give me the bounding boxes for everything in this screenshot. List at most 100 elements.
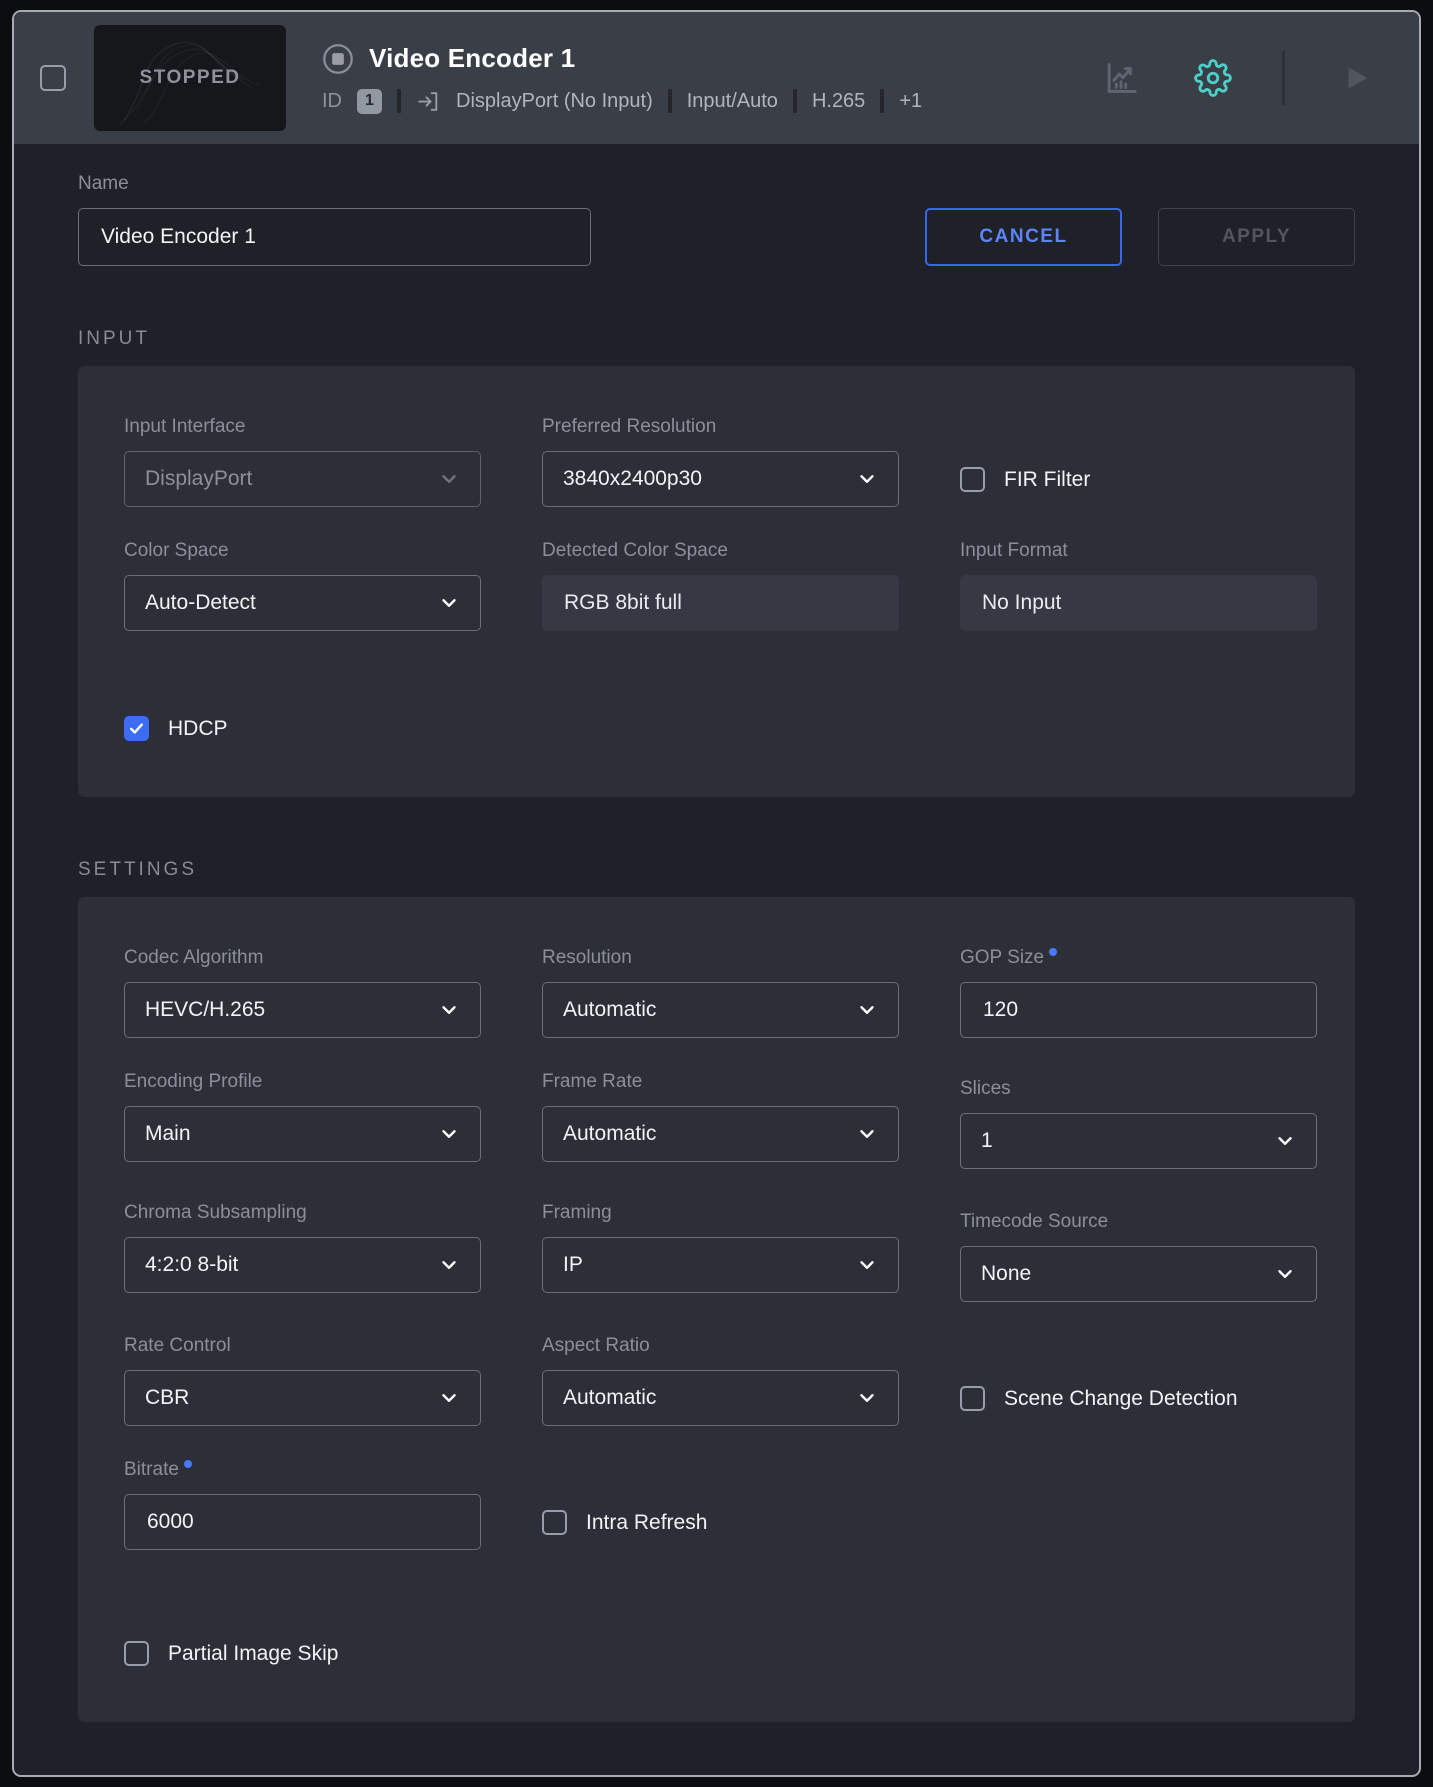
resolution-select[interactable]: Automatic [542, 982, 899, 1038]
meta-divider [880, 89, 884, 113]
stats-chart-icon [1102, 59, 1140, 97]
gear-icon [1194, 59, 1232, 97]
field-resolution: Resolution Automatic [542, 947, 899, 1038]
chevron-down-icon [438, 1123, 460, 1145]
field-chroma-subsampling: Chroma Subsampling 4:2:0 8-bit [124, 1202, 481, 1302]
partial-image-skip-label: Partial Image Skip [168, 1642, 338, 1666]
scene-change-detection-label: Scene Change Detection [1004, 1387, 1238, 1411]
field-framing: Framing IP [542, 1202, 899, 1302]
chevron-down-icon [856, 1387, 878, 1409]
chevron-down-icon [1274, 1130, 1296, 1152]
hdcp-label: HDCP [168, 717, 228, 741]
chroma-subsampling-label: Chroma Subsampling [124, 1202, 307, 1224]
intra-refresh-checkbox[interactable]: Intra Refresh [542, 1510, 899, 1535]
hdcp-checkbox[interactable]: HDCP [124, 716, 481, 741]
chevron-down-icon [856, 999, 878, 1021]
cancel-button[interactable]: CANCEL [925, 208, 1122, 266]
intra-refresh-label: Intra Refresh [586, 1511, 707, 1535]
field-gop-size: GOP Size [960, 947, 1317, 1038]
settings-card: Codec Algorithm HEVC/H.265 Resolution Au… [78, 897, 1355, 1722]
preview-thumbnail[interactable]: STOPPED [94, 25, 286, 131]
id-label: ID [322, 90, 342, 113]
checkbox-box[interactable] [960, 467, 985, 492]
input-interface-label: Input Interface [124, 416, 245, 438]
checkbox-box[interactable] [542, 1510, 567, 1535]
settings-button[interactable] [1140, 59, 1232, 97]
chevron-down-icon [856, 1123, 878, 1145]
encoding-profile-label: Encoding Profile [124, 1071, 262, 1093]
checkbox-box[interactable] [124, 716, 149, 741]
checkbox-box[interactable] [960, 1386, 985, 1411]
meta-source: DisplayPort (No Input) [456, 90, 653, 113]
scene-change-detection-checkbox[interactable]: Scene Change Detection [960, 1386, 1317, 1411]
input-interface-select: DisplayPort [124, 451, 481, 507]
gop-size-label: GOP Size [960, 947, 1044, 969]
fir-filter-label: FIR Filter [1004, 468, 1090, 492]
checkbox-box[interactable] [124, 1641, 149, 1666]
detected-color-space-value: RGB 8bit full [542, 575, 899, 631]
chevron-down-icon [856, 468, 878, 490]
play-icon [1341, 63, 1371, 93]
encoding-profile-select[interactable]: Main [124, 1106, 481, 1162]
chroma-subsampling-select[interactable]: 4:2:0 8-bit [124, 1237, 481, 1293]
chevron-down-icon [856, 1254, 878, 1276]
rate-control-select[interactable]: CBR [124, 1370, 481, 1426]
start-encoder-button[interactable] [1285, 63, 1371, 93]
chevron-down-icon [438, 1254, 460, 1276]
aspect-ratio-label: Aspect Ratio [542, 1335, 650, 1357]
rate-control-label: Rate Control [124, 1335, 231, 1357]
encoder-form: Name CANCEL APPLY INPUT Input Interface … [14, 144, 1419, 1775]
input-section-heading: INPUT [78, 328, 1355, 350]
field-timecode-source: Timecode Source None [960, 1211, 1317, 1302]
slices-select[interactable]: 1 [960, 1113, 1317, 1169]
input-format-label: Input Format [960, 540, 1068, 562]
page-title: Video Encoder 1 [369, 43, 575, 74]
field-frame-rate: Frame Rate Automatic [542, 1071, 899, 1169]
slices-label: Slices [960, 1078, 1011, 1100]
field-codec-algorithm: Codec Algorithm HEVC/H.265 [124, 947, 481, 1038]
apply-button[interactable]: APPLY [1158, 208, 1355, 266]
partial-image-skip-checkbox[interactable]: Partial Image Skip [124, 1641, 481, 1666]
encoder-panel: STOPPED Video Encoder 1 ID 1 [12, 10, 1421, 1777]
meta-extra-count: +1 [899, 90, 922, 113]
id-badge: 1 [357, 89, 382, 114]
encoder-meta: ID 1 DisplayPort (No Input) Input/Auto H… [322, 89, 922, 114]
input-card: Input Interface DisplayPort Preferred Re… [78, 366, 1355, 797]
frame-rate-select[interactable]: Automatic [542, 1106, 899, 1162]
field-input-interface: Input Interface DisplayPort [124, 416, 481, 507]
field-aspect-ratio: Aspect Ratio Automatic [542, 1335, 899, 1426]
field-detected-color-space: Detected Color Space RGB 8bit full [542, 540, 899, 631]
framing-select[interactable]: IP [542, 1237, 899, 1293]
field-rate-control: Rate Control CBR [124, 1335, 481, 1426]
color-space-select[interactable]: Auto-Detect [124, 575, 481, 631]
preferred-resolution-select[interactable]: 3840x2400p30 [542, 451, 899, 507]
meta-codec: H.265 [812, 90, 865, 113]
chevron-down-icon [438, 1387, 460, 1409]
field-encoding-profile: Encoding Profile Main [124, 1071, 481, 1169]
codec-algorithm-label: Codec Algorithm [124, 947, 263, 969]
stats-button[interactable] [1102, 59, 1140, 97]
settings-section-heading: SETTINGS [78, 859, 1355, 881]
frame-rate-label: Frame Rate [542, 1071, 642, 1093]
chevron-down-icon [1274, 1263, 1296, 1285]
name-label: Name [78, 173, 1355, 195]
chevron-down-icon [438, 999, 460, 1021]
bitrate-input[interactable] [124, 1494, 481, 1550]
name-input[interactable] [78, 208, 591, 266]
modified-dot [1049, 948, 1057, 956]
field-bitrate: Bitrate [124, 1459, 481, 1550]
chevron-down-icon [438, 468, 460, 490]
modified-dot [184, 1460, 192, 1468]
detected-color-space-label: Detected Color Space [542, 540, 728, 562]
codec-algorithm-select[interactable]: HEVC/H.265 [124, 982, 481, 1038]
timecode-source-select[interactable]: None [960, 1246, 1317, 1302]
gop-size-input[interactable] [960, 982, 1317, 1038]
meta-mode: Input/Auto [687, 90, 778, 113]
fir-filter-checkbox[interactable]: FIR Filter [960, 467, 1317, 492]
select-encoder-checkbox[interactable] [40, 65, 66, 91]
resolution-label: Resolution [542, 947, 632, 969]
meta-divider [397, 89, 401, 113]
encoder-header: STOPPED Video Encoder 1 ID 1 [14, 12, 1419, 144]
aspect-ratio-select[interactable]: Automatic [542, 1370, 899, 1426]
field-preferred-resolution: Preferred Resolution 3840x2400p30 [542, 416, 899, 507]
